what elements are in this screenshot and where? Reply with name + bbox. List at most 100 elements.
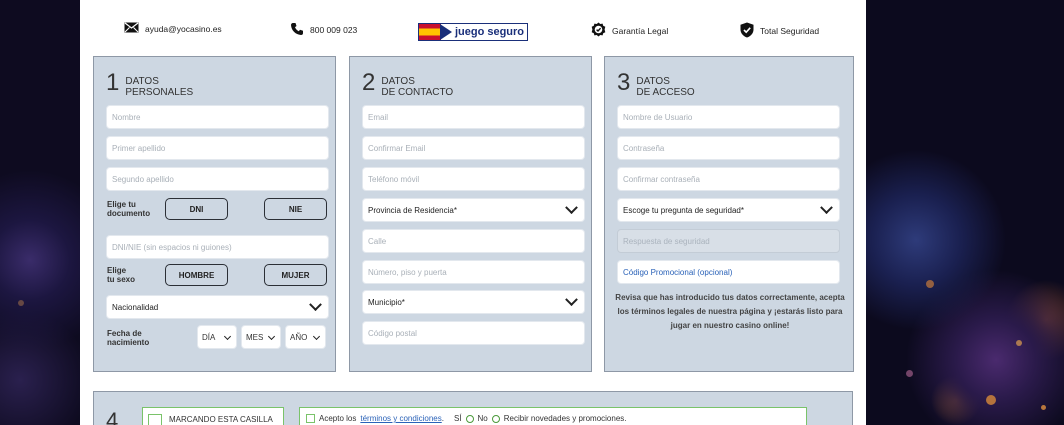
no-label: No <box>477 414 488 423</box>
chevron-down-icon <box>565 201 578 215</box>
password-input[interactable]: Contraseña <box>617 136 840 160</box>
phone-contact[interactable]: 800 009 023 <box>290 22 357 38</box>
dni-button[interactable]: DNI <box>165 198 228 220</box>
review-note: Revisa que has introducido tus datos cor… <box>611 291 849 333</box>
terms-checkbox[interactable] <box>306 414 315 423</box>
no-radio[interactable] <box>491 414 500 423</box>
birthdate-label: Fecha de nacimiento <box>107 329 149 347</box>
terms-link[interactable]: términos y condiciones <box>360 414 441 423</box>
street-input[interactable]: Calle <box>362 229 585 253</box>
step-number: 2 <box>362 69 376 96</box>
panel-title-line: DATOS <box>125 76 159 87</box>
panel-contact-data: 2 DATOS DE CONTACTO Email Confirmar Emai… <box>349 56 592 372</box>
province-select[interactable]: Provincia de Residencia* <box>362 198 585 222</box>
first-surname-input[interactable]: Primer apellido <box>106 136 329 160</box>
logo-arrow <box>440 24 452 40</box>
municipality-select[interactable]: Municipio* <box>362 290 585 314</box>
terms-row: Acepto los términos y condiciones. SÍ No… <box>306 414 627 423</box>
bokeh-light <box>926 280 934 288</box>
label-line: Elige tu <box>107 200 136 209</box>
top-info-bar: ayuda@yocasino.es 800 009 023 juego segu… <box>80 14 866 50</box>
province-value: Provincia de Residencia* <box>368 205 457 215</box>
security-question-value: Escoge tu pregunta de seguridad* <box>623 205 744 215</box>
confirm-password-input[interactable]: Confirmar contraseña <box>617 167 840 191</box>
promo-code-input[interactable]: Código Promocional (opcional) <box>617 260 840 284</box>
month-value: MES <box>246 332 264 342</box>
label-line: tu sexo <box>107 275 136 284</box>
bokeh-light <box>986 395 996 405</box>
security-answer-input[interactable]: Respuesta de seguridad <box>617 229 840 253</box>
nationality-value: Nacionalidad <box>112 302 159 312</box>
female-button[interactable]: MUJER <box>264 264 327 286</box>
day-select[interactable]: DÍA <box>197 325 237 349</box>
panel-title-line: PERSONALES <box>125 87 194 98</box>
panel-title-line: DATOS <box>381 76 415 87</box>
username-input[interactable]: Nombre de Usuario <box>617 105 840 129</box>
mobile-phone-input[interactable]: Teléfono móvil <box>362 167 585 191</box>
confirm-checkbox-label: MARCANDO ESTA CASILLA <box>169 415 273 424</box>
panel-header: 1 DATOS PERSONALES <box>106 69 193 99</box>
panel-header: 3 DATOS DE ACCESO <box>617 69 695 99</box>
bokeh-light <box>18 300 24 306</box>
second-surname-input[interactable]: Segundo apellido <box>106 167 329 191</box>
background-right <box>866 0 1064 425</box>
year-select[interactable]: AÑO <box>285 325 326 349</box>
yes-radio[interactable] <box>465 414 474 423</box>
panel-confirmation: 4 MARCANDO ESTA CASILLA Acepto los térmi… <box>93 391 853 425</box>
email-input[interactable]: Email <box>362 105 585 129</box>
sex-label: Elige tu sexo <box>107 266 135 284</box>
label-line: nacimiento <box>107 338 150 347</box>
chevron-down-icon <box>223 332 232 341</box>
chevron-down-icon <box>820 201 833 215</box>
address-number-input[interactable]: Número, piso y puerta <box>362 260 585 284</box>
terms-prefix: Acepto los <box>319 414 357 423</box>
background-left <box>0 0 80 425</box>
step-number: 4 <box>106 408 119 425</box>
male-button[interactable]: HOMBRE <box>165 264 228 286</box>
label-line: documento <box>107 209 151 218</box>
label-line: Elige <box>107 266 127 275</box>
nie-button[interactable]: NIE <box>264 198 327 220</box>
label-line: Fecha de <box>107 329 142 338</box>
terms-suffix: . <box>441 414 444 423</box>
panel-title: DATOS PERSONALES <box>125 76 193 98</box>
confirm-checkbox[interactable] <box>148 414 162 425</box>
logo-text: juego seguro <box>452 24 527 40</box>
document-label: Elige tu documento <box>107 200 150 218</box>
security-text: Total Seguridad <box>760 26 820 36</box>
panel-header: 2 DATOS DE CONTACTO <box>362 69 454 99</box>
step-number: 3 <box>617 69 631 96</box>
step-number: 1 <box>106 69 120 96</box>
first-name-input[interactable]: Nombre <box>106 105 329 129</box>
panel-access-data: 3 DATOS DE ACCESO Nombre de Usuario Cont… <box>604 56 854 372</box>
chevron-down-icon <box>267 332 276 341</box>
badge-check-icon <box>591 22 606 39</box>
chevron-down-icon <box>565 293 578 307</box>
bokeh-light <box>1041 405 1046 410</box>
day-value: DÍA <box>202 332 216 342</box>
shield-check-icon <box>740 22 754 40</box>
registration-page: ayuda@yocasino.es 800 009 023 juego segu… <box>80 0 866 425</box>
bokeh-light <box>906 370 913 377</box>
security-question-select[interactable]: Escoge tu pregunta de seguridad* <box>617 198 840 222</box>
phone-icon <box>290 22 304 38</box>
chevron-down-icon <box>312 332 321 341</box>
year-value: AÑO <box>290 332 308 342</box>
postal-code-input[interactable]: Código postal <box>362 321 585 345</box>
panel-personal-data: 1 DATOS PERSONALES Nombre Primer apellid… <box>93 56 336 372</box>
email-contact[interactable]: ayuda@yocasino.es <box>124 22 222 35</box>
bokeh-light <box>1016 340 1022 346</box>
confirm-checkbox-box: MARCANDO ESTA CASILLA <box>142 407 284 425</box>
panel-title: DATOS DE ACCESO <box>636 76 694 98</box>
juego-seguro-logo[interactable]: juego seguro <box>418 23 528 41</box>
panel-title-line: DE CONTACTO <box>381 87 454 98</box>
municipality-value: Municipio* <box>368 297 405 307</box>
nationality-select[interactable]: Nacionalidad <box>106 295 329 319</box>
chevron-down-icon <box>309 298 322 312</box>
confirm-email-input[interactable]: Confirmar Email <box>362 136 585 160</box>
month-select[interactable]: MES <box>241 325 281 349</box>
terms-box: Acepto los términos y condiciones. SÍ No… <box>299 407 807 425</box>
guarantee-info: Garantía Legal <box>591 22 668 39</box>
dni-nie-input[interactable]: DNI/NIE (sin espacios ni guiones) <box>106 235 329 259</box>
email-text: ayuda@yocasino.es <box>145 23 222 34</box>
